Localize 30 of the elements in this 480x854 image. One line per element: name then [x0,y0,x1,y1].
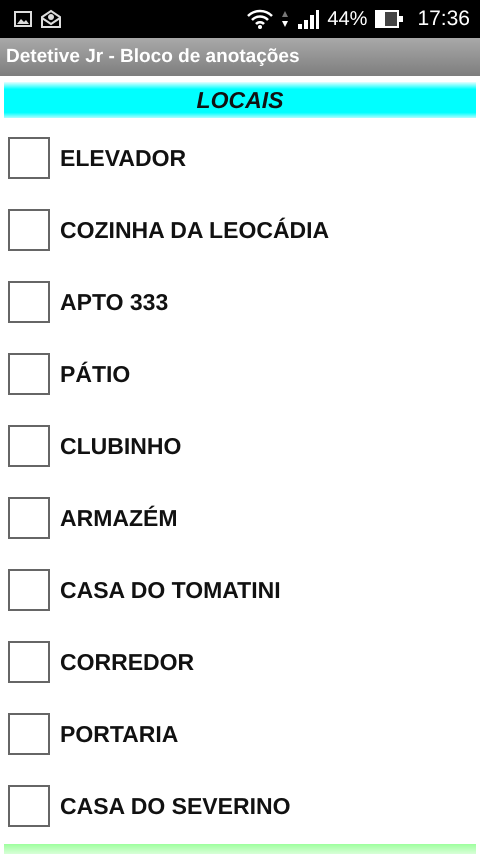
mail-icon [40,9,62,29]
data-arrows-icon [281,10,290,28]
item-label: CORREDOR [60,648,194,676]
item-label: CLUBINHO [60,432,182,460]
item-label: ELEVADOR [60,144,186,172]
picture-icon [14,11,32,27]
checkbox[interactable] [8,713,50,755]
checkbox[interactable] [8,353,50,395]
battery-percent: 44% [327,8,368,30]
checkbox[interactable] [8,209,50,251]
item-label: ARMAZÉM [60,504,178,532]
checkbox[interactable] [8,641,50,683]
section-title: LOCAIS [196,86,284,114]
item-label: PÁTIO [60,360,130,388]
checkbox[interactable] [8,785,50,827]
checkbox[interactable] [8,497,50,539]
battery-icon [375,10,404,28]
item-label: CASA DO TOMATINI [60,576,281,604]
checkbox[interactable] [8,569,50,611]
checkbox[interactable] [8,425,50,467]
checkbox[interactable] [8,137,50,179]
item-label: PORTARIA [60,720,178,748]
item-label: COZINHA DA LEOCÁDIA [60,216,330,244]
window-title: Detetive Jr - Bloco de anotações [6,46,300,68]
wifi-icon [247,9,274,29]
clock-time: 17:36 [417,7,470,31]
item-label: APTO 333 [60,288,168,316]
checkbox[interactable] [8,281,50,323]
item-label: CASA DO SEVERINO [60,792,290,820]
signal-icon [297,9,320,29]
